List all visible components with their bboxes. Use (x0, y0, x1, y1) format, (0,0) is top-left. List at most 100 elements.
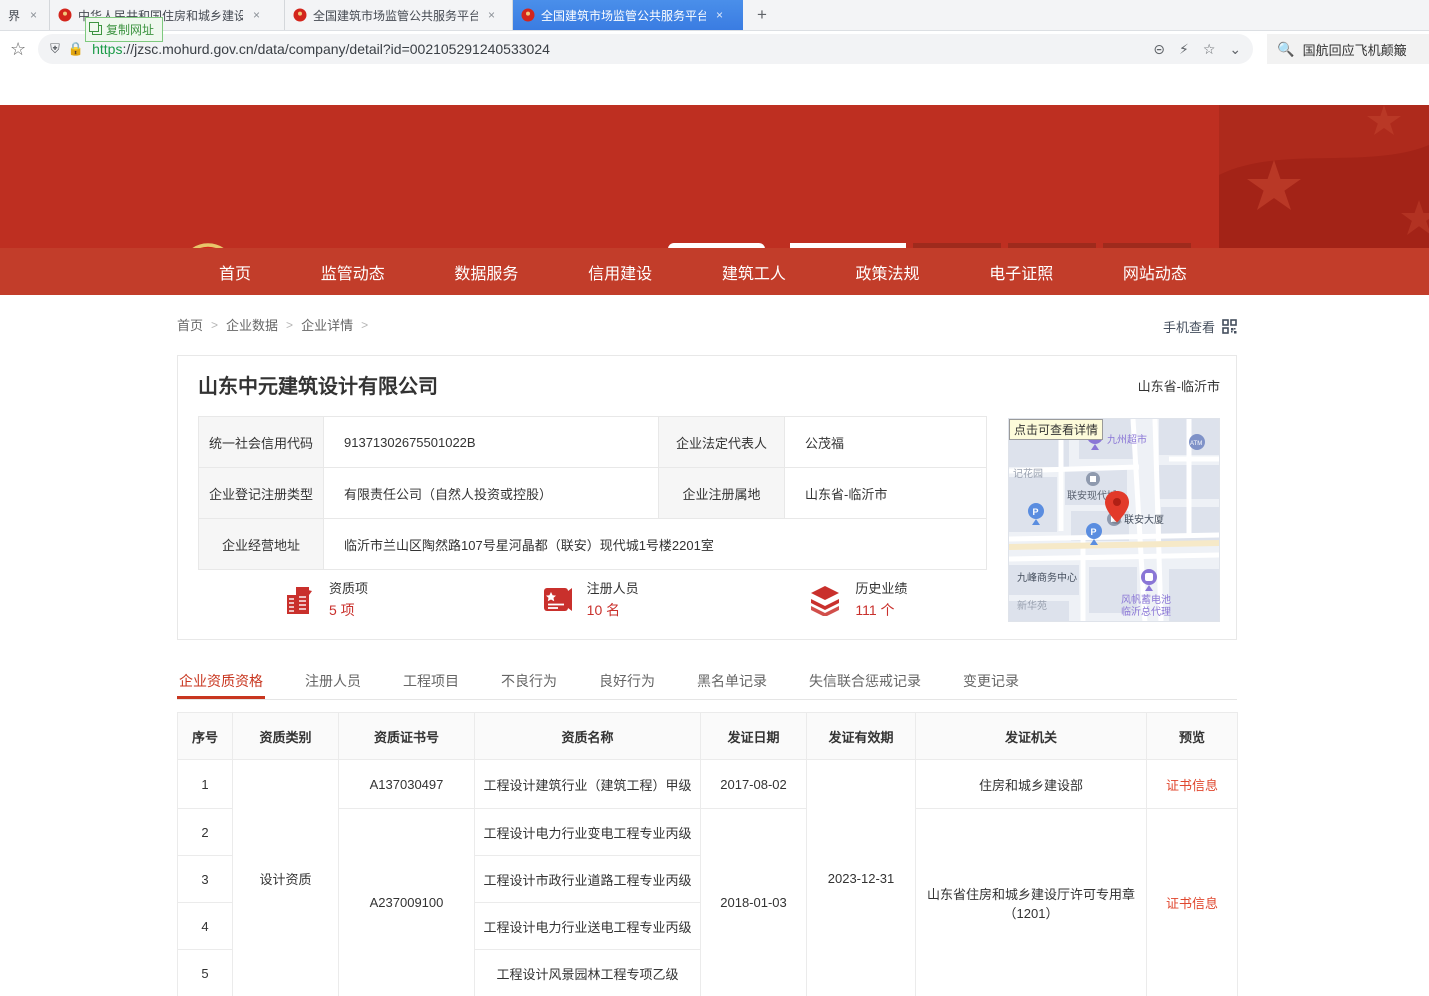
breadcrumb-separator: > (286, 318, 293, 332)
main-nav: 首页 监管动态 数据服务 信用建设 建筑工人 政策法规 电子证照 网站动态 (0, 248, 1429, 295)
cell-validity: 2023-12-31 (807, 760, 916, 996)
nav-item-home[interactable]: 首页 (219, 260, 251, 284)
cell-no: 2 (178, 809, 233, 856)
shield-icon[interactable]: ⛨ (50, 41, 60, 57)
svg-text:P: P (1091, 527, 1097, 537)
new-tab-button[interactable]: + (743, 0, 781, 30)
browser-tab-active[interactable]: 全国建筑市场监管公共服务平台 × (513, 0, 743, 30)
stat-value[interactable]: 111 个 (855, 600, 907, 620)
certificate-info-link[interactable]: 证书信息 (1166, 896, 1218, 911)
breadcrumb-company-data[interactable]: 企业数据 (226, 315, 278, 334)
mobile-view[interactable]: 手机查看 (1163, 317, 1237, 336)
nav-item-supervision[interactable]: 监管动态 (321, 260, 385, 284)
url-field[interactable]: ⛨ 🔒 https://jzsc.mohurd.gov.cn/data/comp… (38, 34, 1253, 64)
tab-change-records[interactable]: 变更记录 (961, 665, 1021, 699)
cell-issue-date: 2017-08-02 (701, 760, 807, 809)
url-text[interactable]: https://jzsc.mohurd.gov.cn/data/company/… (92, 41, 1143, 57)
copy-icon (92, 25, 102, 35)
field-label: 企业登记注册类型 (199, 468, 324, 519)
qr-code-icon[interactable] (1222, 319, 1237, 334)
certificate-icon (541, 583, 574, 616)
stat-value[interactable]: 5 项 (329, 600, 368, 620)
zoom-out-icon[interactable]: ⊝ (1153, 41, 1165, 58)
tab-bad-behavior[interactable]: 不良行为 (499, 665, 559, 699)
bookmark-star-icon[interactable]: ☆ (10, 39, 26, 60)
company-name: 山东中元建筑设计有限公司 (198, 370, 438, 399)
stat-label: 注册人员 (587, 578, 639, 597)
certificate-info-link[interactable]: 证书信息 (1166, 778, 1218, 793)
field-value: 有限责任公司（自然人投资或控股） (324, 468, 659, 519)
field-value: 临沂市兰山区陶然路107号星河晶都（联安）现代城1号楼2201室 (324, 519, 987, 570)
col-header: 资质名称 (475, 713, 701, 760)
emblem-favicon (521, 8, 535, 22)
svg-text:P: P (1033, 507, 1039, 517)
stat-label: 历史业绩 (855, 578, 907, 597)
nav-item-site-news[interactable]: 网站动态 (1123, 260, 1187, 284)
field-value: 公茂福 (785, 417, 987, 468)
detail-tabs: 企业资质资格 注册人员 工程项目 不良行为 良好行为 黑名单记录 失信联合惩戒记… (177, 665, 1237, 700)
location-map[interactable]: 九州超市 ATM 记花园 联安现代城 P P 联安大厦 九峰商务中心 新华苑 风… (1008, 418, 1220, 622)
tab-label: 全国建筑市场监管公共服务平台 (541, 7, 706, 24)
breadcrumb-company-detail[interactable]: 企业详情 (301, 315, 353, 334)
browser-tab-0[interactable]: 界 × (0, 0, 50, 30)
tab-close-icon[interactable]: × (253, 8, 260, 22)
cell-no: 4 (178, 903, 233, 950)
nav-item-data-service[interactable]: 数据服务 (454, 260, 518, 284)
col-header: 序号 (178, 713, 233, 760)
site-header: 中华人民共和国住房和城乡建设部 www.mohurd.gov.cn 全国建筑市场… (0, 105, 1429, 248)
cell-qual-name: 工程设计风景园林工程专项乙级 (475, 950, 701, 996)
copy-url-label: 复制网址 (106, 21, 154, 38)
map-label-garden: 记花园 (1013, 467, 1043, 480)
field-label: 企业法定代表人 (659, 417, 785, 468)
browser-tab-2[interactable]: 全国建筑市场监管公共服务平台 × (285, 0, 513, 30)
chevron-down-icon[interactable]: ⌄ (1229, 41, 1241, 58)
stat-registered-personnel: 注册人员 10 名 (461, 578, 719, 620)
copy-url-tooltip[interactable]: 复制网址 (85, 17, 163, 42)
favorite-star-icon[interactable]: ☆ (1203, 41, 1216, 58)
tab-qualifications[interactable]: 企业资质资格 (177, 665, 265, 699)
breadcrumb-separator: > (211, 318, 218, 332)
nav-item-workers[interactable]: 建筑工人 (722, 260, 786, 284)
breadcrumb-home[interactable]: 首页 (177, 315, 203, 334)
nav-item-elicense[interactable]: 电子证照 (989, 260, 1053, 284)
tab-good-behavior[interactable]: 良好行为 (597, 665, 657, 699)
tab-blacklist[interactable]: 黑名单记录 (695, 665, 769, 699)
browser-window: 界 × 中华人民共和国住房和城乡建设 × 全国建筑市场监管公共服务平台 × 全国… (0, 0, 1429, 996)
tab-dishonesty[interactable]: 失信联合惩戒记录 (807, 665, 923, 699)
map-label-supermarket: 九州超市 (1107, 433, 1147, 446)
map-label-battery1: 风帆蓄电池 (1121, 593, 1171, 606)
layers-icon (808, 583, 842, 616)
tab-close-icon[interactable]: × (488, 8, 495, 22)
tab-close-icon[interactable]: × (716, 8, 723, 22)
qualification-table: 序号 资质类别 资质证书号 资质名称 发证日期 发证有效期 发证机关 预览 1 … (177, 712, 1238, 996)
nav-item-credit[interactable]: 信用建设 (588, 260, 652, 284)
flag-decoration (1219, 105, 1429, 248)
table-header-row: 序号 资质类别 资质证书号 资质名称 发证日期 发证有效期 发证机关 预览 (178, 713, 1238, 760)
tab-projects[interactable]: 工程项目 (401, 665, 461, 699)
field-value: 91371302675501022B (324, 417, 659, 468)
stat-label: 资质项 (329, 578, 368, 597)
map-tooltip: 点击可查看详情 (1009, 419, 1103, 440)
stat-value[interactable]: 10 名 (587, 600, 639, 620)
mobile-view-label: 手机查看 (1163, 317, 1215, 336)
tab-registered-personnel[interactable]: 注册人员 (303, 665, 363, 699)
tab-close-icon[interactable]: × (30, 8, 37, 22)
col-header: 发证机关 (916, 713, 1147, 760)
tab-label: 全国建筑市场监管公共服务平台 (313, 7, 478, 24)
lock-icon[interactable]: 🔒 (68, 41, 84, 57)
field-label: 统一社会信用代码 (199, 417, 324, 468)
nav-item-policy[interactable]: 政策法规 (856, 260, 920, 284)
browser-quick-search[interactable]: 🔍 国航回应飞机颠簸 (1267, 34, 1429, 64)
cell-qual-name: 工程设计建筑行业（建筑工程）甲级 (475, 760, 701, 809)
search-icon: 🔍 (1277, 41, 1294, 58)
breadcrumb: 首页 > 企业数据 > 企业详情 > (177, 315, 368, 334)
map-label-battery2: 临沂总代理 (1121, 605, 1171, 618)
tab-label: 界 (8, 7, 20, 24)
cell-cert-no: A137030497 (339, 760, 475, 809)
cell-authority: 住房和城乡建设部 (916, 760, 1147, 809)
cell-cert-no: A237009100 (339, 809, 475, 996)
field-label: 企业经营地址 (199, 519, 324, 570)
cell-issue-date: 2018-01-03 (701, 809, 807, 996)
stat-qualifications: 资质项 5 项 (198, 578, 461, 620)
lightning-icon[interactable]: ⚡ (1179, 41, 1189, 58)
